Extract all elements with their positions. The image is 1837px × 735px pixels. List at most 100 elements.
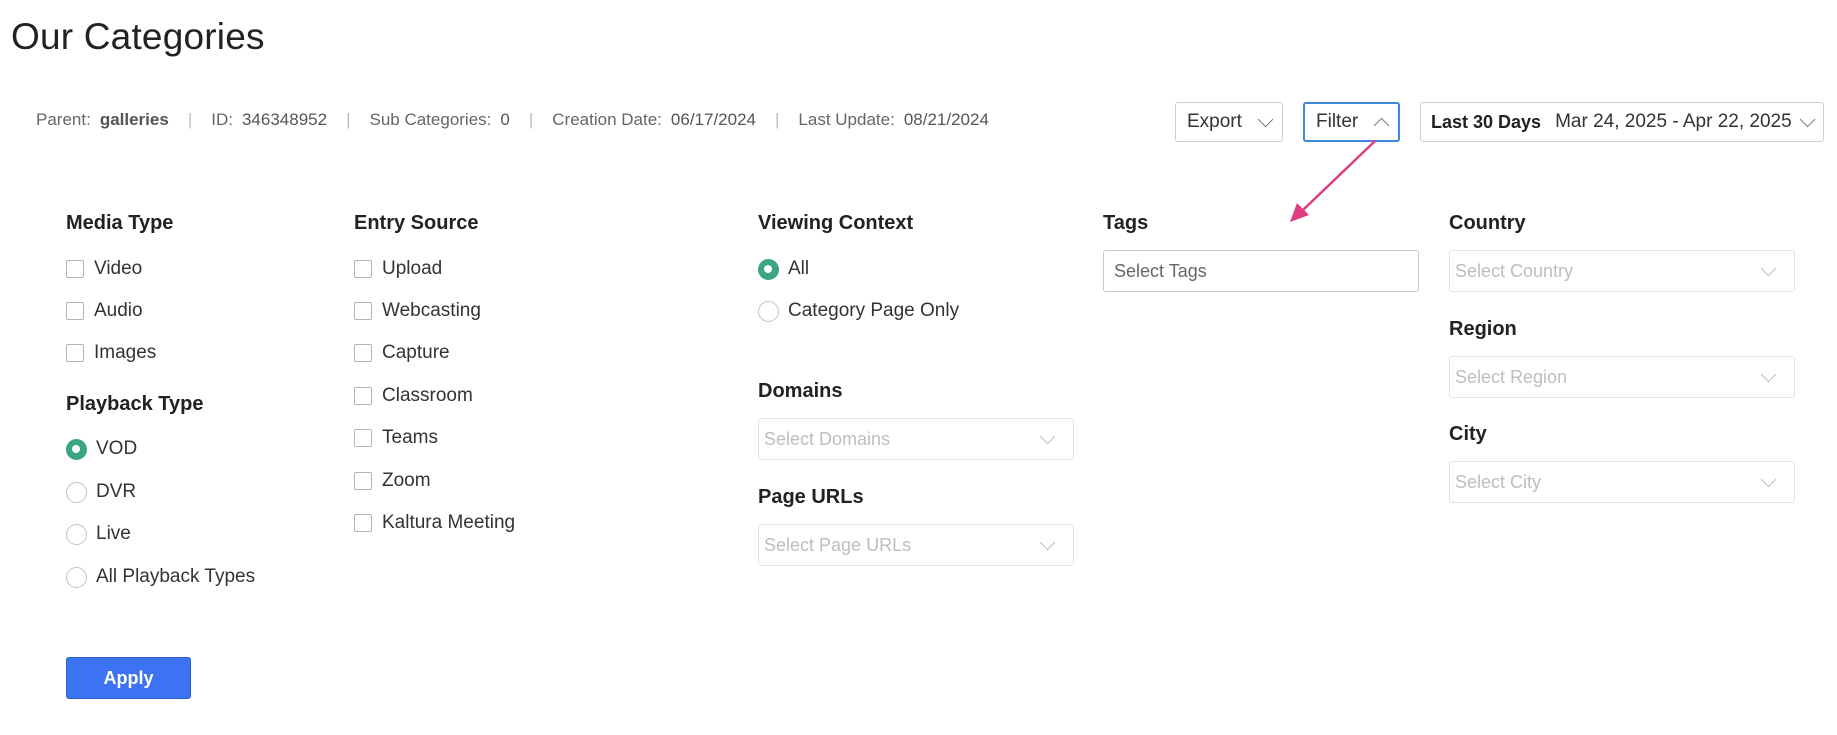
- city-placeholder: Select City: [1455, 471, 1542, 492]
- chevron-up-icon: [1373, 117, 1390, 133]
- chevron-down-icon: [1799, 111, 1816, 127]
- radio[interactable]: [66, 566, 87, 588]
- viewing-context-option-category-page[interactable]: Category Page Only: [758, 300, 959, 322]
- chevron-down-icon: [1760, 260, 1777, 276]
- option-label: Kaltura Meeting: [382, 512, 516, 533]
- media-type-title: Media Type: [66, 212, 174, 234]
- country-placeholder: Select Country: [1455, 260, 1574, 281]
- chevron-down-icon: [1039, 428, 1056, 444]
- radio[interactable]: [758, 258, 779, 280]
- page-urls-select[interactable]: Select Page URLs: [758, 524, 1074, 566]
- media-type-option-images[interactable]: Images: [66, 342, 156, 364]
- option-label: Category Page Only: [788, 300, 960, 321]
- city-title: City: [1449, 423, 1487, 445]
- entry-source-option-teams[interactable]: Teams: [354, 427, 438, 449]
- option-label: Video: [94, 258, 143, 279]
- page-urls-title: Page URLs: [758, 486, 864, 508]
- region-select[interactable]: Select Region: [1449, 356, 1795, 398]
- id-label: ID:: [211, 110, 233, 129]
- date-range-picker[interactable]: Last 30 Days Mar 24, 2025 - Apr 22, 2025: [1420, 102, 1824, 142]
- checkbox[interactable]: [354, 514, 372, 532]
- export-button[interactable]: Export: [1175, 102, 1283, 142]
- option-label: All Playback Types: [96, 566, 256, 587]
- date-preset: Last 30 Days: [1431, 111, 1542, 132]
- sub-categories-value: 0: [500, 110, 510, 129]
- category-meta: Parent: galleries | ID: 346348952 | Sub …: [36, 110, 989, 130]
- entry-source-option-webcasting[interactable]: Webcasting: [354, 300, 481, 322]
- option-label: DVR: [96, 481, 137, 502]
- filter-label: Filter: [1316, 111, 1359, 132]
- filter-button[interactable]: Filter: [1303, 102, 1400, 142]
- media-type-option-video[interactable]: Video: [66, 258, 142, 280]
- chevron-down-icon: [1760, 471, 1777, 487]
- option-label: Classroom: [382, 385, 473, 406]
- radio[interactable]: [66, 438, 87, 460]
- option-label: Zoom: [382, 470, 431, 491]
- checkbox[interactable]: [354, 302, 372, 320]
- domains-select[interactable]: Select Domains: [758, 418, 1074, 460]
- creation-date-label: Creation Date:: [552, 110, 662, 129]
- entry-source-title: Entry Source: [354, 212, 479, 234]
- id-value: 346348952: [241, 110, 328, 129]
- country-select[interactable]: Select Country: [1449, 250, 1795, 292]
- last-update-label: Last Update:: [798, 110, 895, 129]
- country-title: Country: [1449, 212, 1526, 234]
- media-type-option-audio[interactable]: Audio: [66, 300, 143, 322]
- checkbox[interactable]: [66, 344, 84, 362]
- chevron-down-icon: [1039, 534, 1056, 550]
- entry-source-option-upload[interactable]: Upload: [354, 258, 442, 280]
- viewing-context-title: Viewing Context: [758, 212, 914, 234]
- checkbox[interactable]: [354, 387, 372, 405]
- entry-source-option-capture[interactable]: Capture: [354, 342, 450, 364]
- checkbox[interactable]: [66, 302, 84, 320]
- meta-separator: |: [346, 110, 351, 129]
- radio[interactable]: [66, 481, 87, 503]
- checkbox[interactable]: [66, 260, 84, 278]
- domains-placeholder: Select Domains: [764, 428, 891, 449]
- playback-type-option-vod[interactable]: VOD: [66, 438, 137, 460]
- playback-type-option-all[interactable]: All Playback Types: [66, 566, 255, 588]
- entry-source-option-zoom[interactable]: Zoom: [354, 470, 431, 492]
- option-label: Audio: [94, 300, 143, 321]
- sub-categories-label: Sub Categories:: [369, 110, 492, 129]
- page-urls-placeholder: Select Page URLs: [764, 534, 912, 555]
- option-label: All: [788, 258, 810, 279]
- checkbox[interactable]: [354, 472, 372, 490]
- entry-source-option-classroom[interactable]: Classroom: [354, 385, 473, 407]
- checkbox[interactable]: [354, 260, 372, 278]
- last-update-value: 08/21/2024: [903, 110, 989, 129]
- domains-title: Domains: [758, 380, 843, 402]
- chevron-down-icon: [1257, 111, 1274, 127]
- option-label: Capture: [382, 342, 450, 363]
- tags-input[interactable]: Select Tags: [1103, 250, 1419, 292]
- viewing-context-option-all[interactable]: All: [758, 258, 809, 280]
- option-label: Live: [96, 523, 131, 544]
- region-title: Region: [1449, 318, 1517, 340]
- playback-type-option-dvr[interactable]: DVR: [66, 481, 136, 503]
- option-label: Webcasting: [382, 300, 481, 321]
- radio[interactable]: [66, 523, 87, 545]
- meta-separator: |: [528, 110, 534, 129]
- meta-separator: |: [187, 110, 193, 129]
- creation-date-value: 06/17/2024: [670, 110, 756, 129]
- city-select[interactable]: Select City: [1449, 461, 1795, 503]
- export-label: Export: [1187, 111, 1242, 132]
- chevron-down-icon: [1760, 366, 1777, 382]
- entry-source-option-kaltura-meeting[interactable]: Kaltura Meeting: [354, 512, 515, 534]
- meta-separator: |: [775, 110, 780, 129]
- playback-type-title: Playback Type: [66, 393, 204, 415]
- radio[interactable]: [758, 300, 779, 322]
- checkbox[interactable]: [354, 344, 372, 362]
- tags-title: Tags: [1103, 212, 1149, 234]
- parent-label: Parent:: [36, 110, 91, 129]
- option-label: Teams: [382, 427, 438, 448]
- page-title: Our Categories: [11, 16, 265, 57]
- apply-button[interactable]: Apply: [66, 657, 191, 699]
- option-label: VOD: [96, 438, 138, 459]
- playback-type-option-live[interactable]: Live: [66, 523, 131, 545]
- tags-placeholder: Select Tags: [1114, 260, 1207, 281]
- date-range: Mar 24, 2025 - Apr 22, 2025: [1555, 111, 1792, 132]
- checkbox[interactable]: [354, 429, 372, 447]
- option-label: Upload: [382, 258, 443, 279]
- option-label: Images: [94, 342, 157, 363]
